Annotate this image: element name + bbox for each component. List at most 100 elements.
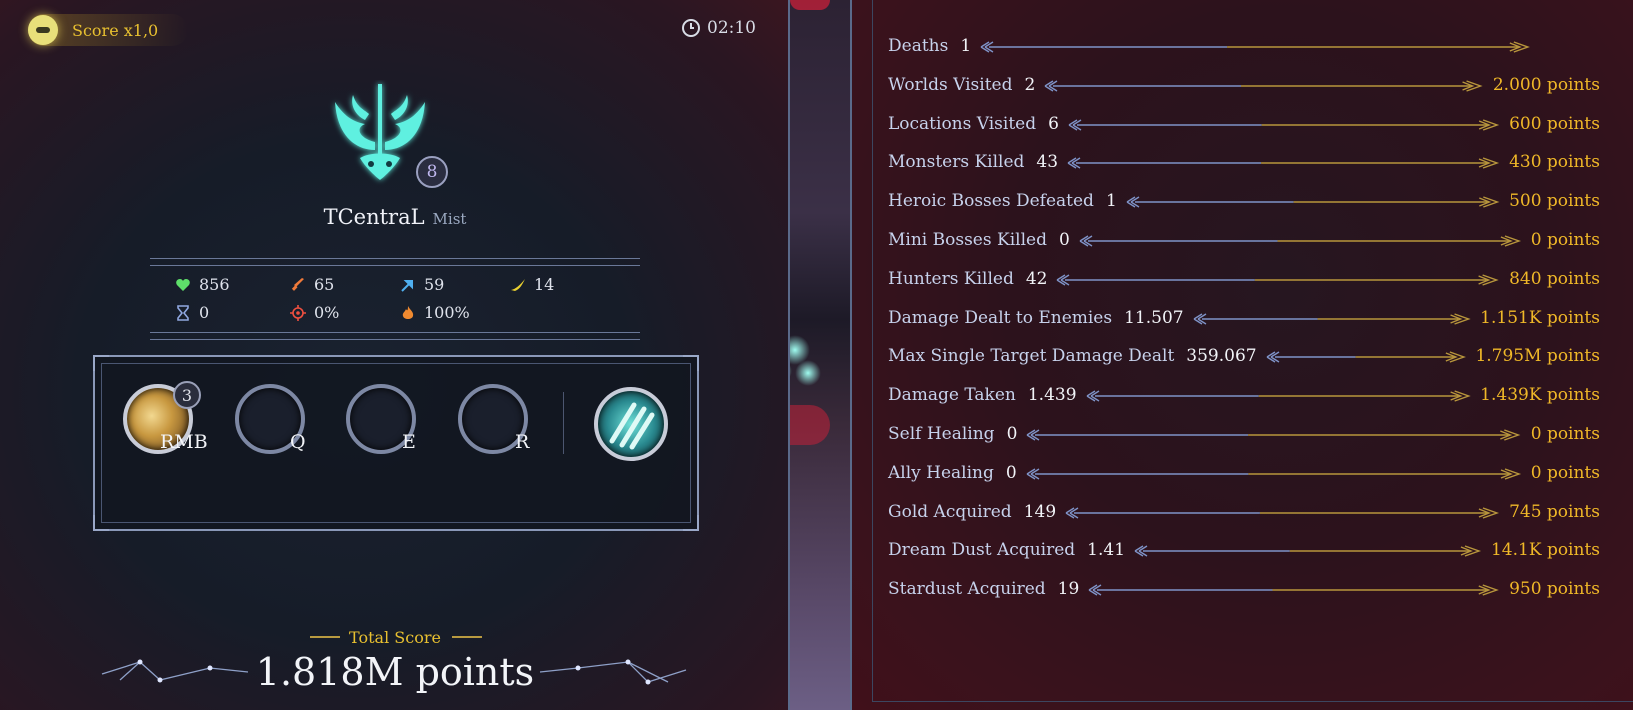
speed-icon: [401, 279, 413, 292]
score-row-points: 2.000 points: [1492, 74, 1600, 95]
score-row-value: 6: [1048, 113, 1059, 134]
score-row-points: 1.795M points: [1475, 346, 1600, 367]
score-row-points: 840 points: [1509, 268, 1600, 289]
ability-key-q: Q: [290, 431, 306, 453]
character-level-badge: 8: [416, 156, 448, 188]
score-row-value: 0: [1006, 424, 1018, 444]
score-arrow-icon: [1086, 390, 1471, 402]
wing-icon: [511, 278, 525, 291]
score-row-points: 0 points: [1530, 230, 1600, 250]
score-row-label-text: Dream Dust Acquired: [888, 540, 1076, 561]
score-row-points: 1.439K points: [1480, 385, 1600, 406]
score-row: Deaths 1: [888, 32, 1600, 62]
score-row-label-text: Self Healing: [888, 424, 995, 444]
score-row-value: 0: [1005, 462, 1017, 483]
score-arrow-icon: [1079, 235, 1521, 247]
score-row-label: Monsters Killed 43: [888, 152, 1058, 172]
mask-icon: [28, 15, 58, 45]
score-row-points: 950 points: [1509, 579, 1600, 600]
score-row-label-text: Monsters Killed: [888, 152, 1025, 173]
score-row-label: Hunters Killed 42: [888, 269, 1047, 289]
score-row-value: 2: [1024, 74, 1036, 95]
player-name-line: TCentraL Mist: [0, 205, 790, 229]
heart-icon: [176, 278, 190, 291]
score-arrow-icon: [1068, 118, 1500, 131]
score-row: Gold Acquired 149 745 points: [888, 498, 1600, 528]
score-row-label: Locations Visited 6: [888, 114, 1059, 134]
score-row-value: 1: [1105, 191, 1117, 212]
score-row: Self Healing 0 0 points: [888, 420, 1600, 450]
score-row-value: 0: [1058, 230, 1070, 250]
sword-icon: [291, 277, 304, 291]
score-row-label-text: Deaths: [888, 36, 949, 56]
score-row-value: 1.41: [1087, 540, 1126, 561]
divider-top: [150, 258, 640, 266]
divider-bottom: [150, 332, 640, 340]
score-row: Hunters Killed 42 840 points: [888, 265, 1600, 295]
crosshair-icon: [290, 304, 306, 321]
score-row-label: Heroic Bosses Defeated 1: [888, 191, 1117, 211]
score-row: Dream Dust Acquired 1.41 14.1K points: [888, 536, 1600, 566]
score-row-label: Worlds Visited 2: [888, 75, 1035, 95]
score-row: Damage Taken 1.439 1.439K points: [888, 381, 1600, 411]
character-class: Mist: [432, 210, 467, 228]
score-arrow-icon: [1027, 429, 1521, 441]
score-row-points: 500 points: [1509, 191, 1600, 212]
clock-icon: [682, 19, 700, 37]
score-row-label-text: Hunters Killed: [888, 268, 1014, 289]
score-row-label: Dream Dust Acquired 1.41: [888, 540, 1125, 560]
constellation-right-ornament: [539, 659, 687, 685]
score-row-label: Damage Taken 1.439: [888, 385, 1077, 405]
score-row: Monsters Killed 43 430 points: [888, 148, 1600, 178]
score-row-label-text: Ally Healing: [888, 462, 994, 483]
score-row-value: 43: [1036, 152, 1059, 173]
flame-icon: [402, 305, 414, 319]
score-row-value: 11.507: [1124, 307, 1184, 328]
score-multiplier: Score x1,0: [28, 14, 189, 46]
score-row: Max Single Target Damage Dealt 359.067 1.7…: [888, 342, 1600, 372]
total-score-label: Total Score: [349, 628, 441, 647]
stat-fire-rate: 100%: [400, 303, 470, 322]
score-row-points: 0 points: [1530, 462, 1600, 483]
score-row-label-text: Damage Dealt to Enemies: [888, 307, 1113, 328]
stat-crit-chance: 0%: [290, 303, 339, 322]
score-row: Locations Visited 6 600 points: [888, 110, 1600, 140]
score-row-value: 149: [1023, 501, 1057, 522]
stat-speed: 59: [400, 275, 444, 294]
character-summary-panel: Score x1,0 02:10 8 TCentraL Mist 856 65 …: [0, 0, 790, 710]
score-row-value: 1: [960, 36, 972, 56]
score-arrow-icon: [1065, 506, 1500, 519]
score-row-label-text: Stardust Acquired: [888, 579, 1046, 600]
score-arrow-icon: [1088, 584, 1500, 596]
score-arrow-icon: [1134, 545, 1482, 558]
score-row-points: 1.151K points: [1480, 307, 1600, 328]
score-row-label-text: Mini Bosses Killed: [888, 230, 1047, 250]
score-row-points: 600 points: [1509, 113, 1600, 134]
score-row-label-text: Max Single Target Damage Dealt: [888, 346, 1175, 367]
score-arrow-icon: [1044, 80, 1483, 92]
score-row-label: Self Healing 0: [888, 424, 1017, 444]
score-row-value: 19: [1057, 579, 1080, 600]
score-row-label: Gold Acquired 149: [888, 502, 1056, 522]
run-timer: 02:10: [682, 18, 756, 38]
score-row-label-text: Worlds Visited: [888, 74, 1013, 95]
ability-key-rmb: RMB: [160, 431, 208, 453]
score-row: Heroic Bosses Defeated 1 500 points: [888, 187, 1600, 217]
score-arrow-icon: [1067, 157, 1500, 170]
constellation-left-ornament: [101, 659, 249, 683]
score-row-label: Stardust Acquired 19: [888, 579, 1079, 599]
score-arrow-icon: [1126, 196, 1500, 208]
score-row-value: 1.439: [1027, 385, 1077, 406]
score-row-label: Ally Healing 0: [888, 463, 1017, 483]
claw-icon: [609, 402, 655, 450]
passive-ability-slot[interactable]: [594, 387, 668, 461]
player-name: TCentraL: [323, 205, 425, 229]
score-row-label: Damage Dealt to Enemies 11.507: [888, 308, 1184, 328]
score-arrow-icon: [980, 41, 1531, 53]
score-row-points: 14.1K points: [1490, 540, 1600, 561]
score-row-label-text: Damage Taken: [888, 385, 1016, 406]
score-row-label: Mini Bosses Killed 0: [888, 230, 1070, 250]
score-row-points: 0 points: [1530, 424, 1600, 444]
score-row: Stardust Acquired 19 950 points: [888, 575, 1600, 605]
score-row: Ally Healing 0 0 points: [888, 459, 1600, 489]
